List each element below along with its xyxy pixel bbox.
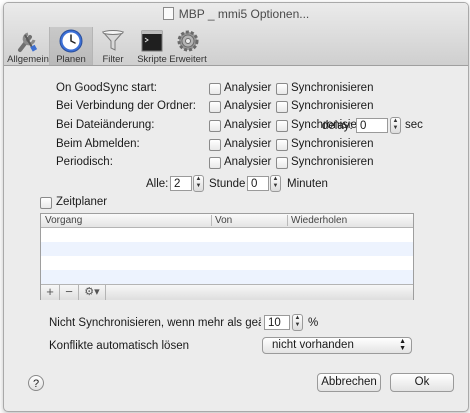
table-row[interactable] [41,256,413,270]
analyze-label-start: Analysier [224,82,272,94]
column-divider [211,215,212,226]
analyze-checkbox-periodic[interactable] [209,157,221,169]
cancel-button[interactable]: Abbrechen [317,373,381,392]
window-title: MBP _ mmi5 Optionen... [4,7,468,21]
sync-checkbox-change[interactable] [276,120,288,132]
minutes-stepper[interactable]: ▲ ▼ [270,175,281,192]
analyze-label-logout: Analysier [224,138,272,150]
sync-checkbox-periodic[interactable] [276,157,288,169]
column-header-vorgang[interactable]: Vorgang [45,215,82,226]
table-header: Vorgang Von Wiederholen [41,214,413,228]
table-footer: + − ⚙▾ [41,284,413,300]
analyze-checkbox-start[interactable] [209,83,221,95]
dont-sync-label: Nicht Synchronisieren, wenn mehr als geä… [49,317,261,329]
analyze-checkbox-connect[interactable] [209,101,221,113]
tab-planen[interactable]: Planen [49,27,93,65]
analyze-label-periodic: Analysier [224,156,272,168]
scheduler-checkbox[interactable] [40,197,52,209]
analyze-label-change: Analysier [224,119,272,131]
tab-erweitert-label: Erweitert [169,54,207,65]
trigger-label-connect: Bei Verbindung der Ordner: [56,100,197,112]
percent-unit: % [308,317,319,329]
clock-icon [59,29,83,53]
help-button[interactable]: ? [28,375,44,391]
sync-label-connect: Synchronisieren [291,100,374,112]
ok-button[interactable]: Ok [390,373,454,392]
conflicts-popup[interactable]: nicht vorhanden ▲ ▼ [262,337,412,354]
terminal-icon [141,30,163,52]
delay-stepper[interactable]: ▲ ▼ [390,117,401,134]
window-title-text: MBP _ mmi5 Optionen... [178,7,310,21]
trigger-label-change: Bei Dateiänderung: [56,119,155,131]
scheduler-table[interactable]: Vorgang Von Wiederholen + − ⚙▾ [40,213,414,300]
hours-input[interactable]: 2 [170,176,192,191]
sync-label-logout: Synchronisieren [291,138,374,150]
column-divider [287,215,288,226]
sync-checkbox-start[interactable] [276,83,288,95]
minus-icon[interactable]: − [60,285,79,300]
table-row[interactable] [41,270,413,284]
delay-input[interactable]: 0 [356,118,388,133]
table-row[interactable] [41,242,413,256]
conflicts-label: Konflikte automatisch lösen [49,340,189,352]
tab-erweitert[interactable]: Erweitert [167,27,209,65]
tab-allgemein[interactable]: Allgemein [7,27,49,65]
chevron-updown-icon: ▲ ▼ [399,338,406,352]
tab-planen-label: Planen [56,54,86,65]
tab-allgemein-label: Allgemein [7,54,49,65]
trigger-label-start: On GoodSync start: [56,82,157,94]
trigger-label-periodic: Periodisch: [56,156,113,168]
table-row[interactable] [41,228,413,242]
sync-checkbox-logout[interactable] [276,139,288,151]
sync-label-periodic: Synchronisieren [291,156,374,168]
analyze-label-connect: Analysier [224,100,272,112]
trigger-label-logout: Beim Abmelden: [56,138,140,150]
column-header-von[interactable]: Von [215,215,232,226]
funnel-icon [101,30,125,51]
minutes-label: Minuten [287,178,328,190]
plus-icon[interactable]: + [41,285,60,300]
hours-label: Stunden [209,178,246,190]
conflicts-value: nicht vorhanden [272,339,354,351]
gear-icon [177,30,199,52]
analyze-checkbox-change[interactable] [209,120,221,132]
hours-stepper[interactable]: ▲ ▼ [193,175,204,192]
sync-checkbox-connect[interactable] [276,101,288,113]
dont-sync-stepper[interactable]: ▲ ▼ [292,314,303,331]
document-icon [162,7,174,20]
dont-sync-input[interactable]: 10 [264,315,290,330]
alle-label: Alle: [146,178,169,190]
tab-filter-label: Filter [102,54,124,65]
scheduler-label: Zeitplaner [56,196,108,208]
gear-icon[interactable]: ⚙▾ [79,285,106,300]
toolbar: MBP _ mmi5 Optionen... Allgemein Planen [4,3,468,66]
tab-filter[interactable]: Filter [92,27,134,65]
options-window: MBP _ mmi5 Optionen... Allgemein Planen [3,2,469,412]
wrench-screwdriver-icon [18,32,38,52]
minutes-input[interactable]: 0 [247,176,269,191]
sync-label-start: Synchronisieren [291,82,374,94]
delay-unit: sec [405,119,423,131]
analyze-checkbox-logout[interactable] [209,139,221,151]
delay-label: delay: [322,120,353,132]
column-header-wiederholen[interactable]: Wiederholen [291,215,347,226]
